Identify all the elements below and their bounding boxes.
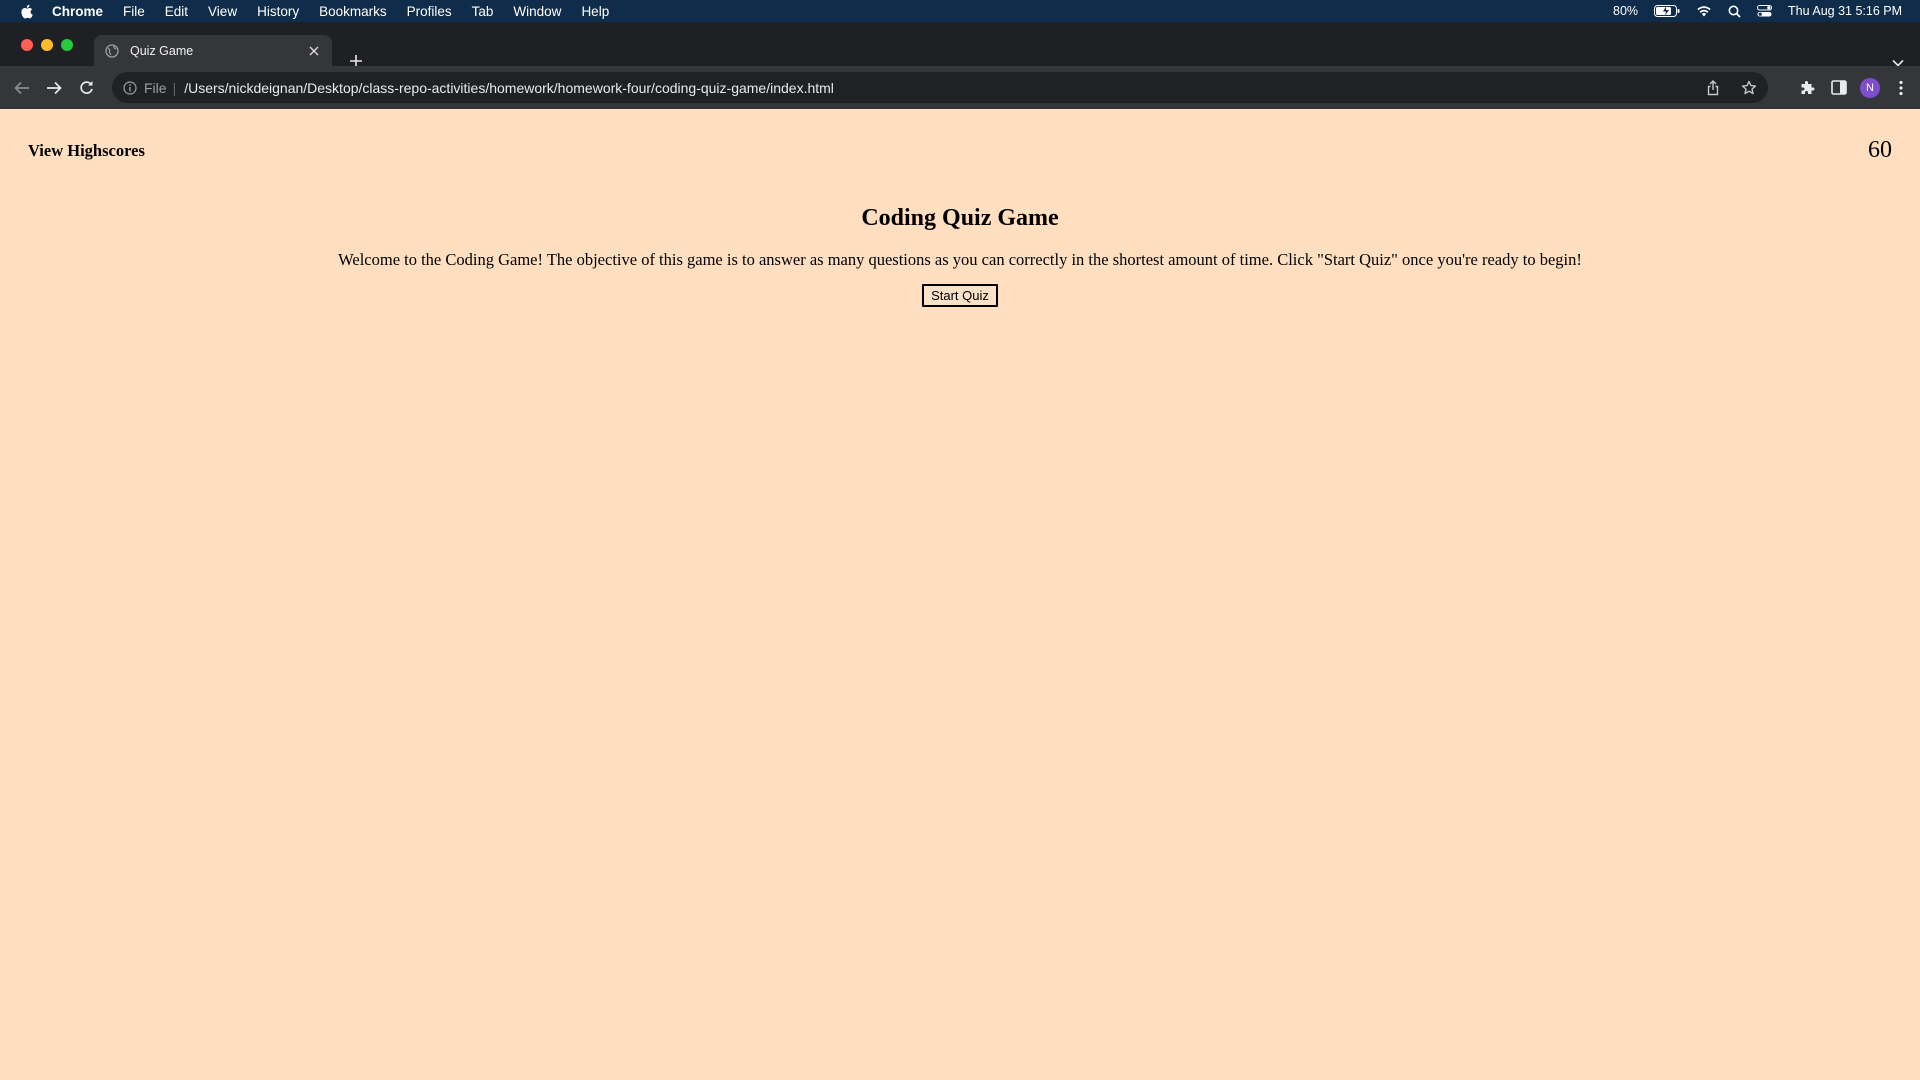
menu-history[interactable]: History xyxy=(247,4,309,19)
url-text[interactable]: /Users/nickdeignan/Desktop/class-repo-ac… xyxy=(184,80,834,96)
fullscreen-window-button[interactable] xyxy=(61,39,73,51)
control-center-icon[interactable] xyxy=(1757,5,1773,17)
globe-icon xyxy=(104,43,120,59)
close-tab-icon[interactable] xyxy=(306,43,322,59)
menu-window[interactable]: Window xyxy=(503,4,571,19)
menu-tab[interactable]: Tab xyxy=(462,4,504,19)
battery-icon[interactable] xyxy=(1654,5,1680,17)
menubar-clock[interactable]: Thu Aug 31 5:16 PM xyxy=(1788,4,1902,18)
browser-toolbar: File | /Users/nickdeignan/Desktop/class-… xyxy=(0,66,1920,109)
scheme-label: File xyxy=(144,79,167,96)
page-title: Coding Quiz Game xyxy=(861,205,1059,231)
menu-view[interactable]: View xyxy=(198,4,247,19)
minimize-window-button[interactable] xyxy=(41,39,53,51)
share-icon[interactable] xyxy=(1702,77,1724,99)
quiz-intro: Coding Quiz Game Welcome to the Coding G… xyxy=(0,205,1920,307)
tab-strip: Quiz Game xyxy=(0,22,1920,67)
apple-icon[interactable] xyxy=(0,4,52,19)
address-bar[interactable]: File | /Users/nickdeignan/Desktop/class-… xyxy=(112,72,1768,103)
extensions-icon[interactable] xyxy=(1796,77,1818,99)
view-highscores-link[interactable]: View Highscores xyxy=(28,141,145,161)
countdown-timer: 60 xyxy=(1868,137,1892,163)
web-page: View Highscores 60 Coding Quiz Game Welc… xyxy=(0,109,1920,1080)
search-icon[interactable] xyxy=(1728,5,1741,18)
forward-button[interactable] xyxy=(40,74,68,102)
intro-text: Welcome to the Coding Game! The objectiv… xyxy=(338,250,1582,269)
bookmark-star-icon[interactable] xyxy=(1738,77,1760,99)
start-quiz-button[interactable]: Start Quiz xyxy=(922,284,998,307)
tab-title: Quiz Game xyxy=(130,43,194,58)
omnibox-divider: | xyxy=(172,79,177,96)
menu-bookmarks[interactable]: Bookmarks xyxy=(309,4,397,19)
tab-quiz-game[interactable]: Quiz Game xyxy=(94,35,332,66)
back-button[interactable] xyxy=(8,74,36,102)
wifi-icon[interactable] xyxy=(1696,5,1712,17)
menu-profiles[interactable]: Profiles xyxy=(397,4,462,19)
menu-file[interactable]: File xyxy=(113,4,155,19)
menu-bar: Chrome File Edit View History Bookmarks … xyxy=(0,0,1920,22)
menu-help[interactable]: Help xyxy=(571,4,619,19)
info-icon[interactable] xyxy=(122,80,138,96)
close-window-button[interactable] xyxy=(21,39,33,51)
more-menu-icon[interactable] xyxy=(1890,77,1912,99)
menu-edit[interactable]: Edit xyxy=(155,4,198,19)
menu-app-chrome[interactable]: Chrome xyxy=(52,4,113,19)
reload-button[interactable] xyxy=(72,74,100,102)
profile-avatar[interactable]: N xyxy=(1860,77,1880,98)
battery-percent: 80% xyxy=(1613,4,1639,18)
side-panel-icon[interactable] xyxy=(1828,77,1850,99)
